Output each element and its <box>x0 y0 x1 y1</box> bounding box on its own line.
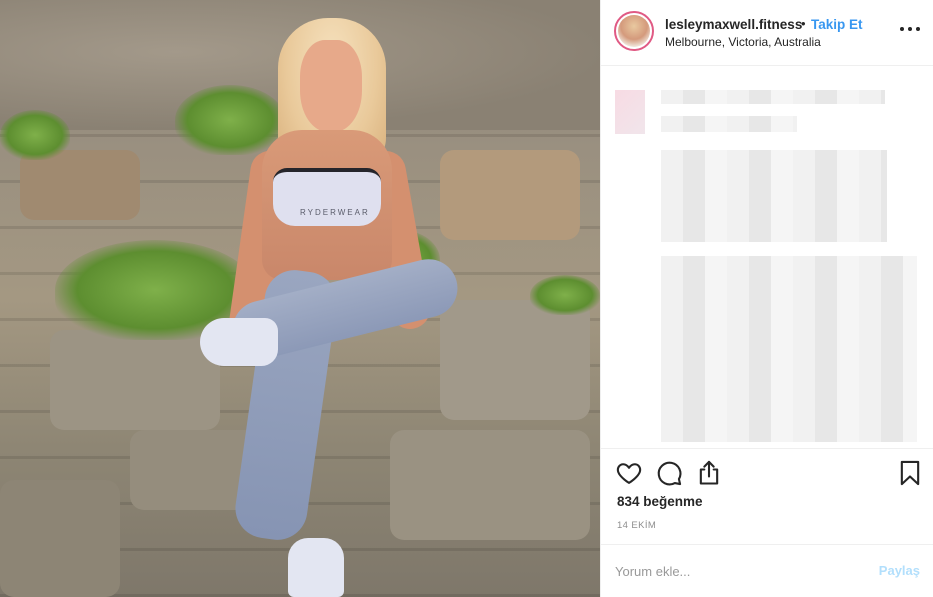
location-link[interactable]: Melbourne, Victoria, Australia <box>665 35 821 49</box>
face <box>300 40 362 132</box>
like-count[interactable]: 834 beğenme <box>617 494 703 509</box>
post-comment-button[interactable]: Paylaş <box>879 563 920 578</box>
shoe <box>200 318 278 366</box>
stone <box>20 150 140 220</box>
stone <box>50 330 220 430</box>
stone <box>440 150 580 240</box>
more-options-icon[interactable] <box>900 23 920 33</box>
blurred-text <box>661 150 887 242</box>
blurred-avatar <box>615 90 645 134</box>
blurred-text <box>661 116 797 132</box>
stone <box>390 430 590 540</box>
avatar-image <box>618 15 650 47</box>
stone <box>440 300 590 420</box>
post-actions: 834 beğenme 14 EKİM <box>601 448 933 544</box>
post-side-panel: lesleymaxwell.fitness • Takip Et Melbour… <box>600 0 933 597</box>
separator-dot: • <box>801 16 806 31</box>
plant <box>175 85 285 155</box>
sports-bra <box>273 168 381 226</box>
plant <box>530 275 600 315</box>
comment-input[interactable] <box>615 559 865 583</box>
comments-area-blurred <box>601 66 933 448</box>
stone <box>0 480 120 597</box>
profile-avatar[interactable] <box>614 11 654 51</box>
comment-bubble-icon[interactable] <box>655 459 683 487</box>
post-photo[interactable]: RYDERWEAR <box>0 0 600 597</box>
username-link[interactable]: lesleymaxwell.fitness <box>665 17 802 32</box>
bookmark-icon[interactable] <box>896 459 924 487</box>
sports-bra-brand-text: RYDERWEAR <box>300 208 370 217</box>
add-comment-section: Paylaş <box>601 544 933 597</box>
blurred-text <box>661 90 885 104</box>
heart-icon[interactable] <box>615 459 643 487</box>
blurred-text <box>661 256 917 442</box>
follow-button[interactable]: Takip Et <box>811 17 863 32</box>
post-header: lesleymaxwell.fitness • Takip Et Melbour… <box>601 0 933 66</box>
plant <box>0 110 70 160</box>
share-icon[interactable] <box>695 459 723 487</box>
post-date: 14 EKİM <box>617 520 657 531</box>
shoe <box>288 538 344 597</box>
